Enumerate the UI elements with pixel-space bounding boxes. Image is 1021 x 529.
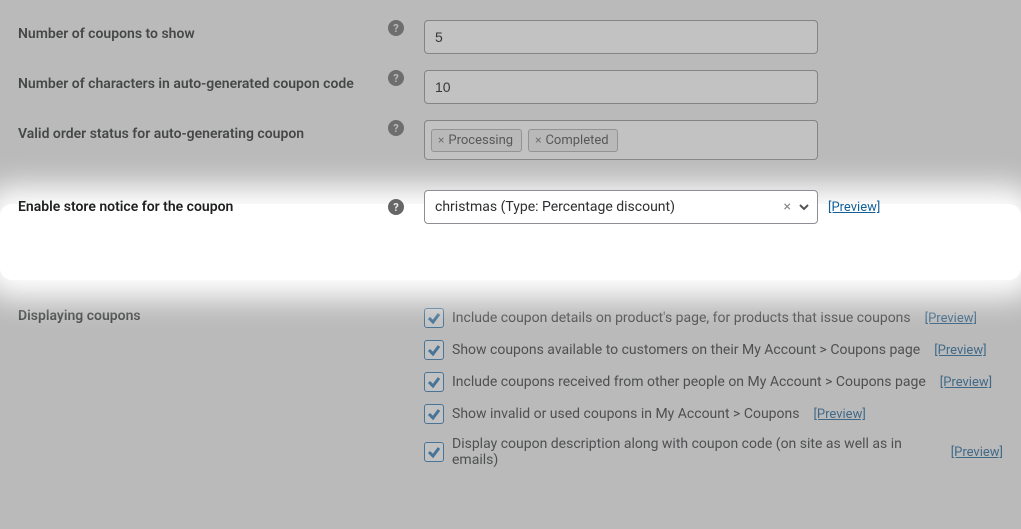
displaying-option-row: Show invalid or used coupons in My Accou… xyxy=(424,398,1003,430)
chevron-down-icon[interactable] xyxy=(797,200,811,214)
displaying-checkbox[interactable] xyxy=(424,372,444,392)
displaying-checkbox[interactable] xyxy=(424,404,444,424)
help-icon[interactable]: ? xyxy=(388,20,404,36)
store-notice-selected: christmas (Type: Percentage discount) xyxy=(435,199,778,215)
remove-icon[interactable]: × xyxy=(438,133,444,147)
valid-status-tagbox[interactable]: ×Processing ×Completed xyxy=(424,120,818,160)
num-chars-input[interactable] xyxy=(424,70,818,104)
displaying-option-row: Display coupon description along with co… xyxy=(424,430,1003,474)
displaying-preview-link[interactable]: [Preview] xyxy=(940,375,992,390)
store-notice-preview-link[interactable]: [Preview] xyxy=(828,200,880,215)
status-tag[interactable]: ×Processing xyxy=(431,129,522,152)
help-icon[interactable]: ? xyxy=(388,199,404,215)
displaying-option-row: Include coupons received from other peop… xyxy=(424,366,1003,398)
displaying-option-label: Include coupons received from other peop… xyxy=(452,374,926,390)
label-store-notice: Enable store notice for the coupon xyxy=(18,199,233,215)
displaying-preview-link[interactable]: [Preview] xyxy=(925,311,977,326)
num-coupons-input[interactable] xyxy=(424,20,818,54)
displaying-checkbox[interactable] xyxy=(424,442,444,462)
displaying-preview-link[interactable]: [Preview] xyxy=(813,407,865,422)
status-tag[interactable]: ×Completed xyxy=(528,129,618,152)
displaying-preview-link[interactable]: [Preview] xyxy=(934,343,986,358)
label-displaying-coupons: Displaying coupons xyxy=(18,308,141,324)
displaying-preview-link[interactable]: [Preview] xyxy=(951,445,1003,460)
displaying-option-row: Show coupons available to customers on t… xyxy=(424,334,1003,366)
displaying-option-label: Show coupons available to customers on t… xyxy=(452,342,920,358)
label-num-chars: Number of characters in auto-generated c… xyxy=(18,76,354,92)
label-valid-status: Valid order status for auto-generating c… xyxy=(18,126,304,142)
displaying-option-label: Show invalid or used coupons in My Accou… xyxy=(452,406,799,422)
clear-icon[interactable]: × xyxy=(778,199,797,215)
store-notice-select[interactable]: christmas (Type: Percentage discount) × xyxy=(424,190,818,224)
displaying-option-row: Include coupon details on product's page… xyxy=(424,302,1003,334)
displaying-option-label: Include coupon details on product's page… xyxy=(452,310,911,326)
displaying-checkbox[interactable] xyxy=(424,308,444,328)
help-icon[interactable]: ? xyxy=(388,120,404,136)
remove-icon[interactable]: × xyxy=(535,133,541,147)
displaying-option-label: Display coupon description along with co… xyxy=(452,436,937,468)
displaying-checkbox[interactable] xyxy=(424,340,444,360)
help-icon[interactable]: ? xyxy=(388,70,404,86)
label-num-coupons: Number of coupons to show xyxy=(18,26,195,42)
